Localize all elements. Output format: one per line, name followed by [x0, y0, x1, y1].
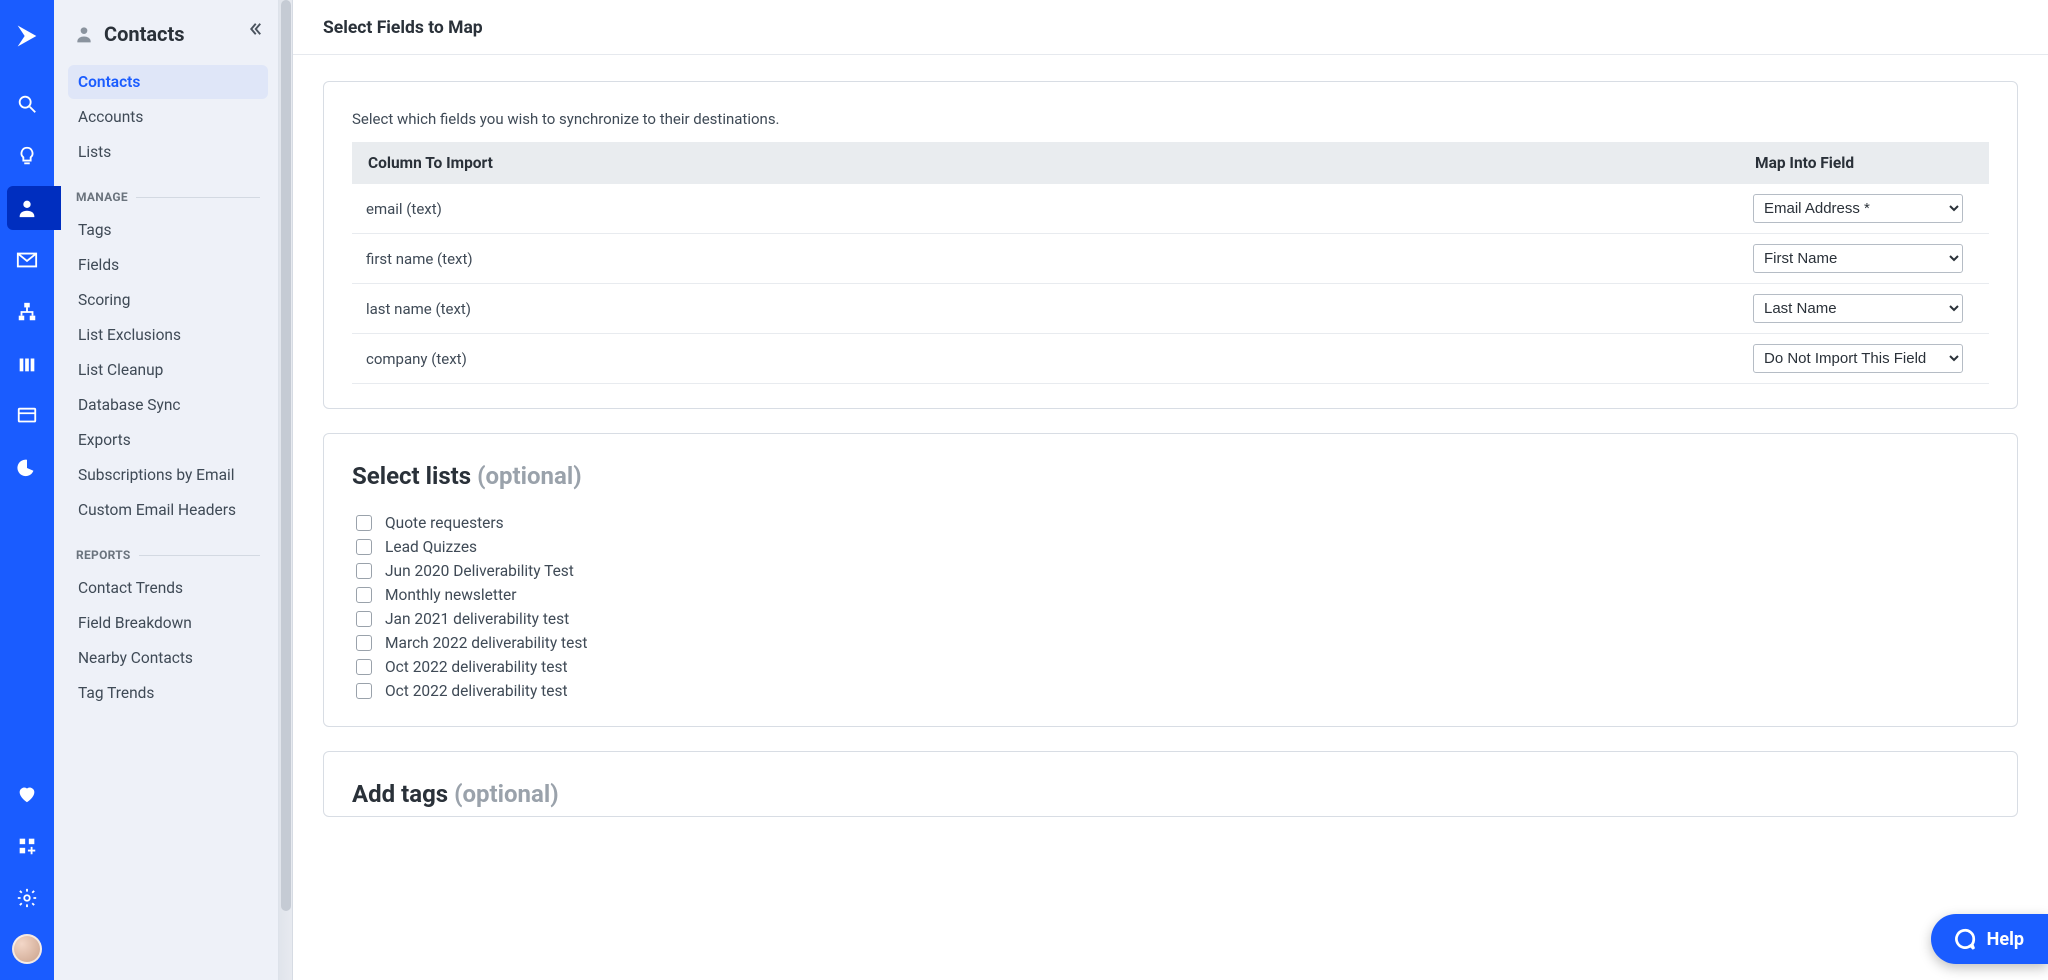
nav-item-subscriptions-by-email[interactable]: Subscriptions by Email	[68, 458, 268, 492]
nav-item-contact-trends[interactable]: Contact Trends	[68, 571, 268, 605]
mapping-table: Column To Import Map Into Field email (t…	[352, 142, 1989, 384]
nav-item-tags[interactable]: Tags	[68, 213, 268, 247]
list-item[interactable]: March 2022 deliverability test	[352, 632, 1989, 654]
list-item[interactable]: Oct 2022 deliverability test	[352, 680, 1989, 702]
lists-checklist: Quote requesters Lead Quizzes Jun 2020 Del…	[352, 512, 1989, 702]
list-label: March 2022 deliverability test	[385, 634, 587, 652]
heart-icon[interactable]	[7, 772, 47, 816]
logo-icon[interactable]	[7, 14, 47, 58]
nav-item-exports[interactable]: Exports	[68, 423, 268, 457]
nav-item-field-breakdown[interactable]: Field Breakdown	[68, 606, 268, 640]
reports-icon[interactable]	[7, 446, 47, 490]
select-lists-heading: Select lists (optional)	[352, 462, 1989, 490]
mapping-row: first name (text) First Name	[352, 234, 1989, 284]
site-icon[interactable]	[7, 394, 47, 438]
map-field-select[interactable]: Last Name	[1753, 294, 1963, 323]
icon-rail	[0, 0, 54, 980]
mapping-description: Select which fields you wish to synchron…	[352, 110, 1989, 128]
settings-icon[interactable]	[7, 876, 47, 920]
contacts-icon[interactable]	[7, 186, 61, 230]
list-checkbox[interactable]	[356, 611, 372, 627]
chat-icon	[1951, 926, 1977, 952]
sidebar: Contacts ContactsAccountsLists MANAGETag…	[54, 0, 279, 980]
search-icon[interactable]	[7, 82, 47, 126]
apps-icon[interactable]	[7, 824, 47, 868]
mapping-row: email (text) Email Address *	[352, 184, 1989, 234]
sidebar-title: Contacts	[104, 22, 185, 46]
list-checkbox[interactable]	[356, 683, 372, 699]
col-header-map: Map Into Field	[1739, 142, 1989, 184]
list-item[interactable]: Jun 2020 Deliverability Test	[352, 560, 1989, 582]
list-checkbox[interactable]	[356, 539, 372, 555]
column-name: last name (text)	[352, 284, 1739, 334]
avatar[interactable]	[12, 934, 42, 964]
list-item[interactable]: Quote requesters	[352, 512, 1989, 534]
list-checkbox[interactable]	[356, 635, 372, 651]
add-tags-card: Add tags (optional)	[323, 751, 2018, 817]
campaigns-icon[interactable]	[7, 238, 47, 282]
list-label: Jun 2020 Deliverability Test	[385, 562, 574, 580]
section-label-reports: REPORTS	[68, 528, 268, 570]
list-checkbox[interactable]	[356, 587, 372, 603]
automations-icon[interactable]	[7, 290, 47, 334]
column-name: email (text)	[352, 184, 1739, 234]
nav-item-contacts[interactable]: Contacts	[68, 65, 268, 99]
nav-item-lists[interactable]: Lists	[68, 135, 268, 169]
list-checkbox[interactable]	[356, 563, 372, 579]
col-header-import: Column To Import	[352, 142, 1739, 184]
content-area: Select which fields you wish to synchron…	[293, 55, 2048, 980]
select-lists-card: Select lists (optional) Quote requesters…	[323, 433, 2018, 727]
list-label: Monthly newsletter	[385, 586, 517, 604]
scrollbar-thumb[interactable]	[281, 0, 291, 911]
mapping-row: last name (text) Last Name	[352, 284, 1989, 334]
list-item[interactable]: Jan 2021 deliverability test	[352, 608, 1989, 630]
nav-item-list-cleanup[interactable]: List Cleanup	[68, 353, 268, 387]
list-label: Lead Quizzes	[385, 538, 477, 556]
nav-item-scoring[interactable]: Scoring	[68, 283, 268, 317]
sidebar-scrollbar[interactable]	[279, 0, 293, 980]
nav-item-custom-email-headers[interactable]: Custom Email Headers	[68, 493, 268, 527]
section-label-manage: MANAGE	[68, 170, 268, 212]
help-button[interactable]: Help	[1931, 914, 2048, 964]
column-name: first name (text)	[352, 234, 1739, 284]
list-item[interactable]: Lead Quizzes	[352, 536, 1989, 558]
nav-item-accounts[interactable]: Accounts	[68, 100, 268, 134]
list-label: Jan 2021 deliverability test	[385, 610, 569, 628]
deals-icon[interactable]	[7, 342, 47, 386]
map-field-select[interactable]: First Name	[1753, 244, 1963, 273]
mapping-row: company (text) Do Not Import This Field	[352, 334, 1989, 384]
nav-item-fields[interactable]: Fields	[68, 248, 268, 282]
list-label: Oct 2022 deliverability test	[385, 682, 568, 700]
page-title: Select Fields to Map	[293, 0, 2048, 55]
field-mapping-card: Select which fields you wish to synchron…	[323, 81, 2018, 409]
list-item[interactable]: Monthly newsletter	[352, 584, 1989, 606]
list-checkbox[interactable]	[356, 659, 372, 675]
nav-item-database-sync[interactable]: Database Sync	[68, 388, 268, 422]
nav-item-list-exclusions[interactable]: List Exclusions	[68, 318, 268, 352]
list-label: Quote requesters	[385, 514, 504, 532]
sidebar-header: Contacts	[68, 18, 268, 64]
nav-item-nearby-contacts[interactable]: Nearby Contacts	[68, 641, 268, 675]
map-field-select[interactable]: Do Not Import This Field	[1753, 344, 1963, 373]
lightbulb-icon[interactable]	[7, 134, 47, 178]
collapse-sidebar-button[interactable]	[246, 20, 264, 42]
column-name: company (text)	[352, 334, 1739, 384]
main: Select Fields to Map Select which fields…	[293, 0, 2048, 980]
nav-item-tag-trends[interactable]: Tag Trends	[68, 676, 268, 710]
map-field-select[interactable]: Email Address *	[1753, 194, 1963, 223]
list-label: Oct 2022 deliverability test	[385, 658, 568, 676]
list-checkbox[interactable]	[356, 515, 372, 531]
person-icon	[74, 24, 94, 44]
add-tags-heading: Add tags (optional)	[352, 780, 1989, 808]
list-item[interactable]: Oct 2022 deliverability test	[352, 656, 1989, 678]
